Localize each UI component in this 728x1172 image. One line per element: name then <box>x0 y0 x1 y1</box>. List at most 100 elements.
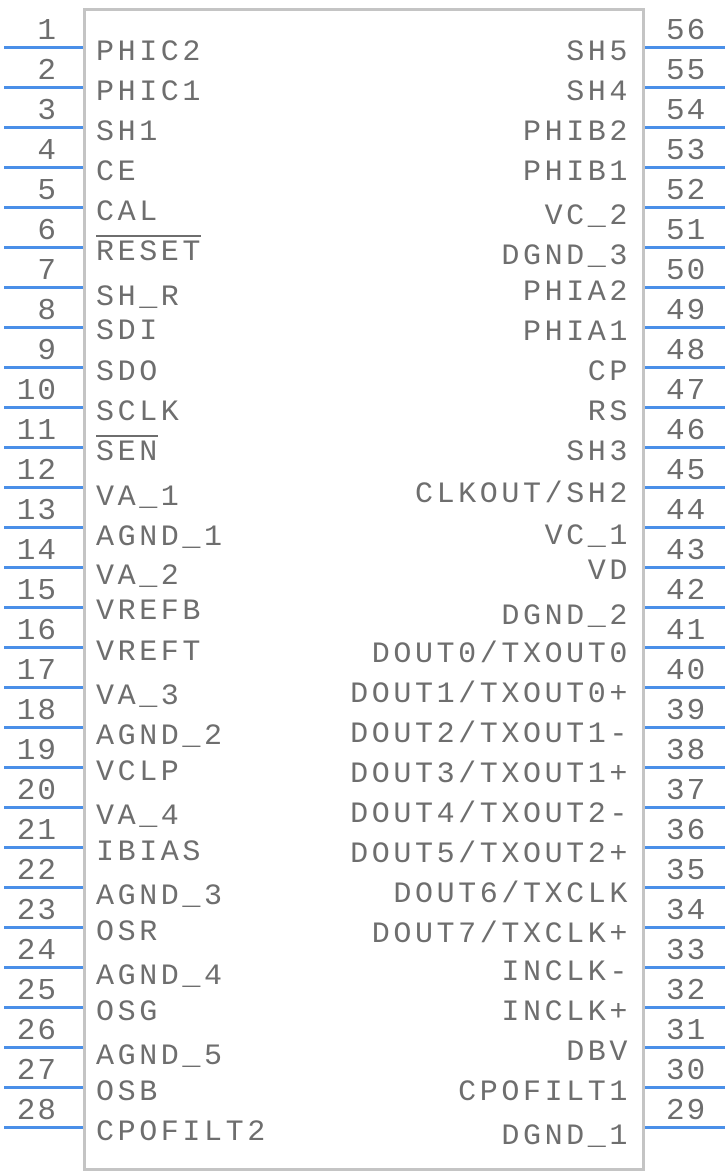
pin-label: DOUT0/TXOUT0 <box>371 638 631 672</box>
pin-label: DOUT1/TXOUT0+ <box>350 678 631 712</box>
pin-label: OSB <box>96 1076 161 1110</box>
pin-number: 54 <box>666 94 708 129</box>
pin-label: DOUT4/TXOUT2- <box>350 798 631 832</box>
active-low-overline <box>96 435 158 437</box>
active-low-overline <box>96 235 202 237</box>
pin-label: AGND_5 <box>96 1040 226 1074</box>
pin-label: PHIA2 <box>522 276 631 310</box>
pin-label: PHIB1 <box>522 156 631 190</box>
pin-number: 32 <box>666 974 708 1009</box>
pin-number: 29 <box>666 1094 708 1129</box>
pin-number: 27 <box>16 1054 58 1089</box>
pin-label: PHIC1 <box>96 76 205 110</box>
pin-label: SEN <box>96 436 161 470</box>
pin-number: 39 <box>666 694 708 729</box>
pin-number: 50 <box>666 254 708 289</box>
pin-number: 38 <box>666 734 708 769</box>
pin-label: CE <box>96 156 140 190</box>
pin-label: AGND_1 <box>96 521 226 555</box>
pin-label: SH1 <box>96 116 161 150</box>
pin-label: VC_2 <box>544 200 631 234</box>
pin-label: VREFB <box>96 595 205 629</box>
pin-label: DOUT5/TXOUT2+ <box>350 838 631 872</box>
pin-number: 53 <box>666 134 708 169</box>
pin-label: AGND_3 <box>96 880 226 914</box>
pin-number: 15 <box>16 574 58 609</box>
pin-number: 2 <box>37 54 58 89</box>
pin-number: 40 <box>666 654 708 689</box>
pin-number: 47 <box>666 374 708 409</box>
pin-number: 16 <box>16 614 58 649</box>
pin-number: 56 <box>666 14 708 49</box>
pin-number: 18 <box>16 694 58 729</box>
pin-label: RESET <box>96 236 205 270</box>
ic-schematic-symbol: 1 PHIC2 2 PHIC1 3 SH1 4 CE 5 CAL 6 RESET 7 SH_R 8 SDI 9 S… <box>0 0 728 1172</box>
pin-number: 22 <box>16 854 58 889</box>
pin-number: 8 <box>37 294 58 329</box>
pin-number: 48 <box>666 334 708 369</box>
pin-label: VCLP <box>96 756 183 790</box>
pin-label: OSG <box>96 996 161 1030</box>
pin-number: 37 <box>666 774 708 809</box>
pin-number: 25 <box>16 974 58 1009</box>
pin-number: 17 <box>16 654 58 689</box>
pin-label: CLKOUT/SH2 <box>414 478 631 512</box>
pin-number: 49 <box>666 294 708 329</box>
pin-label: DOUT3/TXOUT1+ <box>350 758 631 792</box>
pin-number: 23 <box>16 894 58 929</box>
pin-label: CAL <box>96 196 161 230</box>
pin-label: AGND_2 <box>96 720 226 754</box>
pin-label: SH_R <box>96 281 183 315</box>
pin-number: 14 <box>16 534 58 569</box>
pin-number: 4 <box>37 134 58 169</box>
pin-label: INCLK+ <box>501 996 631 1030</box>
pin-number: 35 <box>666 854 708 889</box>
pin-number: 24 <box>16 934 58 969</box>
pin-number: 36 <box>666 814 708 849</box>
pin-label: VREFT <box>96 636 205 670</box>
pin-label: DGND_3 <box>501 240 631 274</box>
pin-label: CPOFILT1 <box>458 1076 631 1110</box>
pin-label: RS <box>587 396 631 430</box>
pin-number: 19 <box>16 734 58 769</box>
pin-label: VD <box>587 555 631 589</box>
pin-label: INCLK- <box>501 956 631 990</box>
pin-label: DBV <box>566 1036 631 1070</box>
pin-label: CPOFILT2 <box>96 1116 269 1150</box>
pin-number: 31 <box>666 1014 708 1049</box>
pin-label: VA_1 <box>96 481 183 515</box>
pin-number: 51 <box>666 214 708 249</box>
pin-label: VA_3 <box>96 680 183 714</box>
pin-number: 42 <box>666 574 708 609</box>
pin-label: SDO <box>96 356 161 390</box>
pin-number: 41 <box>666 614 708 649</box>
pin-label: PHIA1 <box>522 316 631 350</box>
pin-label: VA_2 <box>96 560 183 594</box>
pin-number: 5 <box>37 174 58 209</box>
pin-label: OSR <box>96 916 161 950</box>
pin-number: 46 <box>666 414 708 449</box>
pin-number: 26 <box>16 1014 58 1049</box>
pin-number: 20 <box>16 774 58 809</box>
pin-label: DGND_1 <box>501 1120 631 1154</box>
pin-label: PHIC2 <box>96 36 205 70</box>
pin-number: 12 <box>16 454 58 489</box>
pin-label: IBIAS <box>96 836 205 870</box>
pin-number: 21 <box>16 814 58 849</box>
pin-label: DOUT7/TXCLK+ <box>371 918 631 952</box>
pin-label: DGND_2 <box>501 600 631 634</box>
pin-number: 34 <box>666 894 708 929</box>
pin-label: DOUT6/TXCLK <box>393 878 631 912</box>
pin-number: 7 <box>37 254 58 289</box>
pin-number: 9 <box>37 334 58 369</box>
pin-label: DOUT2/TXOUT1- <box>350 718 631 752</box>
pin-number: 55 <box>666 54 708 89</box>
pin-number: 13 <box>16 494 58 529</box>
pin-number: 10 <box>16 374 58 409</box>
pin-number: 43 <box>666 534 708 569</box>
pin-number: 28 <box>16 1094 58 1129</box>
pin-label: SH3 <box>566 436 631 470</box>
pin-number: 1 <box>37 14 58 49</box>
pin-label: SH5 <box>566 36 631 70</box>
pin-number: 33 <box>666 934 708 969</box>
